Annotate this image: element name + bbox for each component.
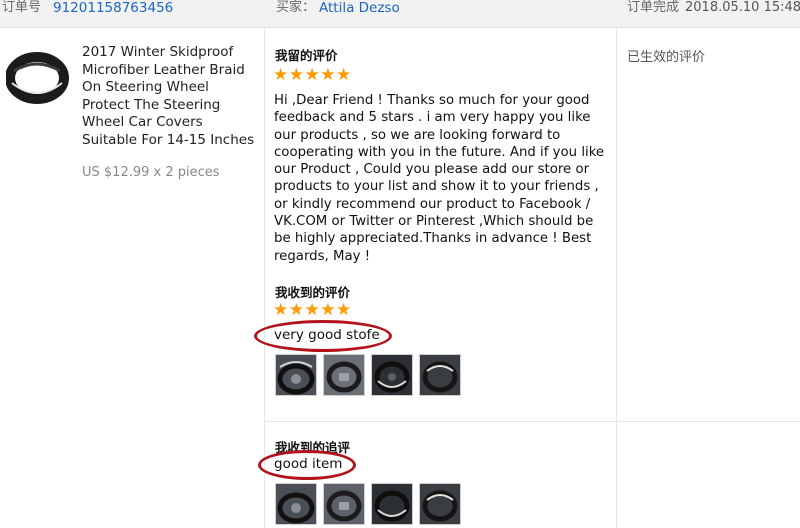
row-divider <box>264 421 800 422</box>
review-status: 已生效的评价 <box>627 50 706 65</box>
product-title-link[interactable]: 2017 Winter Skidproof Microfiber Leather… <box>82 44 257 149</box>
followup-review-photos <box>275 483 461 525</box>
review-photo-thumbnail[interactable] <box>371 483 413 525</box>
column-divider <box>264 29 265 528</box>
review-photo-thumbnail[interactable] <box>419 483 461 525</box>
column-divider <box>616 29 617 528</box>
highlight-circle <box>258 450 356 480</box>
steering-wheel-photo-icon <box>276 355 316 395</box>
product-price: US $12.99 x 2 pieces <box>82 165 220 180</box>
review-photo-thumbnail[interactable] <box>275 483 317 525</box>
review-photo-thumbnail[interactable] <box>275 354 317 396</box>
steering-wheel-photo-icon <box>372 484 412 524</box>
order-completed-label: 订单完成 <box>627 0 680 15</box>
highlight-circle <box>254 320 392 352</box>
buyer-label: 买家： <box>276 0 316 15</box>
received-review-title: 我收到的评价 <box>275 285 351 300</box>
my-review-title: 我留的评价 <box>275 48 338 63</box>
review-photo-thumbnail[interactable] <box>323 354 365 396</box>
review-photo-thumbnail[interactable] <box>371 354 413 396</box>
steering-wheel-photo-icon <box>420 355 460 395</box>
steering-wheel-photo-icon <box>276 484 316 524</box>
order-number-label: 订单号 <box>2 0 42 15</box>
order-completed-date: 2018.05.10 15:48 <box>685 0 800 15</box>
order-number-link[interactable]: 91201158763456 <box>53 0 173 16</box>
steering-wheel-photo-icon <box>420 484 460 524</box>
steering-wheel-photo-icon <box>324 355 364 395</box>
review-photo-thumbnail[interactable] <box>323 483 365 525</box>
my-review-stars: ★★★★★ <box>273 65 352 85</box>
steering-wheel-photo-icon <box>324 484 364 524</box>
review-photo-thumbnail[interactable] <box>419 354 461 396</box>
steering-wheel-photo-icon <box>372 355 412 395</box>
received-review-photos <box>275 354 461 396</box>
steering-wheel-cover-image <box>5 45 69 108</box>
product-thumbnail[interactable] <box>5 45 69 108</box>
buyer-name-link[interactable]: Attila Dezso <box>319 0 400 16</box>
received-review-stars: ★★★★★ <box>273 300 352 320</box>
order-header-bar: 订单号 91201158763456 买家： Attila Dezso 订单完成… <box>0 0 800 28</box>
my-review-text: Hi ,Dear Friend ! Thanks so much for you… <box>274 93 605 264</box>
